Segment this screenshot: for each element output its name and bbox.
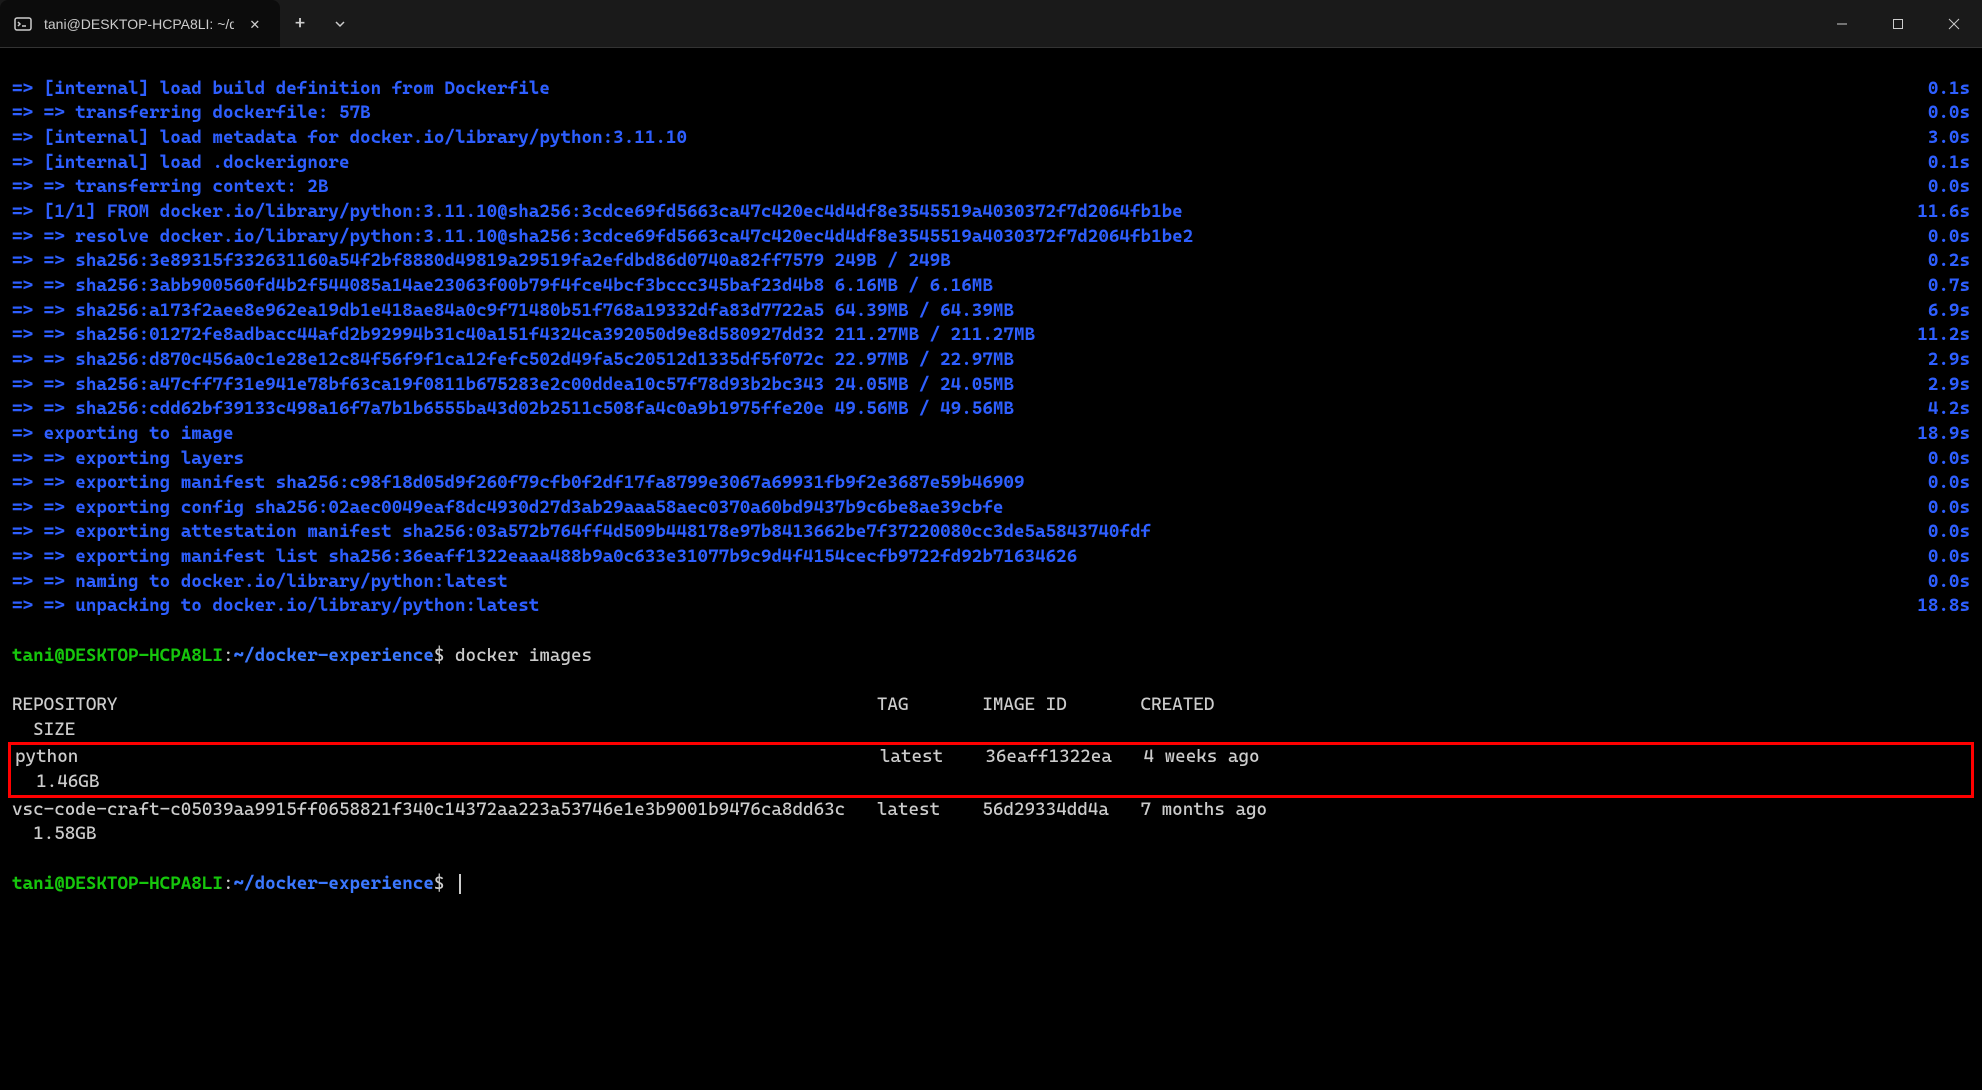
- tabs-area: tani@DESKTOP-HCPA8LI: ~/d ✕ +: [0, 0, 360, 47]
- terminal-tab[interactable]: tani@DESKTOP-HCPA8LI: ~/d ✕: [0, 0, 280, 47]
- cursor: [459, 874, 461, 894]
- command-prompt: tani@DESKTOP-HCPA8LI:~/docker-experience…: [12, 872, 1970, 897]
- tab-title: tani@DESKTOP-HCPA8LI: ~/d: [44, 16, 234, 32]
- build-line: => => sha256:cdd62bf39133c498a16f7a7b1b6…: [12, 397, 1970, 422]
- build-line: => => sha256:3e89315f332631160a54f2bf888…: [12, 249, 1970, 274]
- prompt-user: tani@DESKTOP-HCPA8LI: [12, 873, 223, 894]
- build-line: => => sha256:01272fe8adbacc44afd2b92994b…: [12, 323, 1970, 348]
- build-line: => [internal] load .dockerignore0.1s: [12, 151, 1970, 176]
- build-line: => exporting to image18.9s: [12, 422, 1970, 447]
- build-line: => [internal] load metadata for docker.i…: [12, 126, 1970, 151]
- terminal-icon: [14, 15, 32, 33]
- build-line: => => transferring dockerfile: 57B0.0s: [12, 101, 1970, 126]
- minimize-button[interactable]: [1814, 0, 1870, 48]
- build-line: => => sha256:a47cff7f31e941e78bf63ca19f0…: [12, 373, 1970, 398]
- new-tab-button[interactable]: +: [280, 0, 320, 47]
- prompt-user: tani@DESKTOP-HCPA8LI: [12, 645, 223, 666]
- build-line: => => exporting layers0.0s: [12, 447, 1970, 472]
- build-line: => => resolve docker.io/library/python:3…: [12, 225, 1970, 250]
- build-line: => => unpacking to docker.io/library/pyt…: [12, 594, 1970, 619]
- tab-dropdown-button[interactable]: [320, 0, 360, 47]
- build-line: => => sha256:d870c456a0c1e28e12c84f56f9f…: [12, 348, 1970, 373]
- command-line: tani@DESKTOP-HCPA8LI:~/docker-experience…: [12, 644, 1970, 669]
- command-text: docker images: [455, 645, 592, 666]
- build-line: => => exporting manifest sha256:c98f18d0…: [12, 471, 1970, 496]
- build-line: => => sha256:a173f2aee8e962ea19db1e418ae…: [12, 299, 1970, 324]
- window-controls: [1814, 0, 1982, 48]
- build-line: => => sha256:3abb900560fd4b2f544085a14ae…: [12, 274, 1970, 299]
- build-line: => => exporting config sha256:02aec0049e…: [12, 496, 1970, 521]
- maximize-button[interactable]: [1870, 0, 1926, 48]
- table-header: REPOSITORY TAG IMAGE ID CREATED SIZE: [12, 693, 1970, 742]
- build-line: => => transferring context: 2B0.0s: [12, 175, 1970, 200]
- chevron-down-icon: [334, 18, 346, 30]
- build-line: => => exporting manifest list sha256:36e…: [12, 545, 1970, 570]
- table-row: vsc-code-craft-c05039aa9915ff0658821f340…: [12, 798, 1970, 847]
- build-line: => => exporting attestation manifest sha…: [12, 520, 1970, 545]
- table-row: python latest 36eaff1322ea 4 weeks ago 1…: [8, 742, 1974, 797]
- prompt-path: ~/docker-experience: [233, 645, 433, 666]
- titlebar: tani@DESKTOP-HCPA8LI: ~/d ✕ +: [0, 0, 1982, 48]
- close-window-button[interactable]: [1926, 0, 1982, 48]
- build-line: => [internal] load build definition from…: [12, 77, 1970, 102]
- build-line: => [1/1] FROM docker.io/library/python:3…: [12, 200, 1970, 225]
- prompt-path: ~/docker-experience: [233, 873, 433, 894]
- close-tab-icon[interactable]: ✕: [246, 10, 264, 37]
- terminal-output[interactable]: => [internal] load build definition from…: [0, 48, 1982, 925]
- build-line: => => naming to docker.io/library/python…: [12, 570, 1970, 595]
